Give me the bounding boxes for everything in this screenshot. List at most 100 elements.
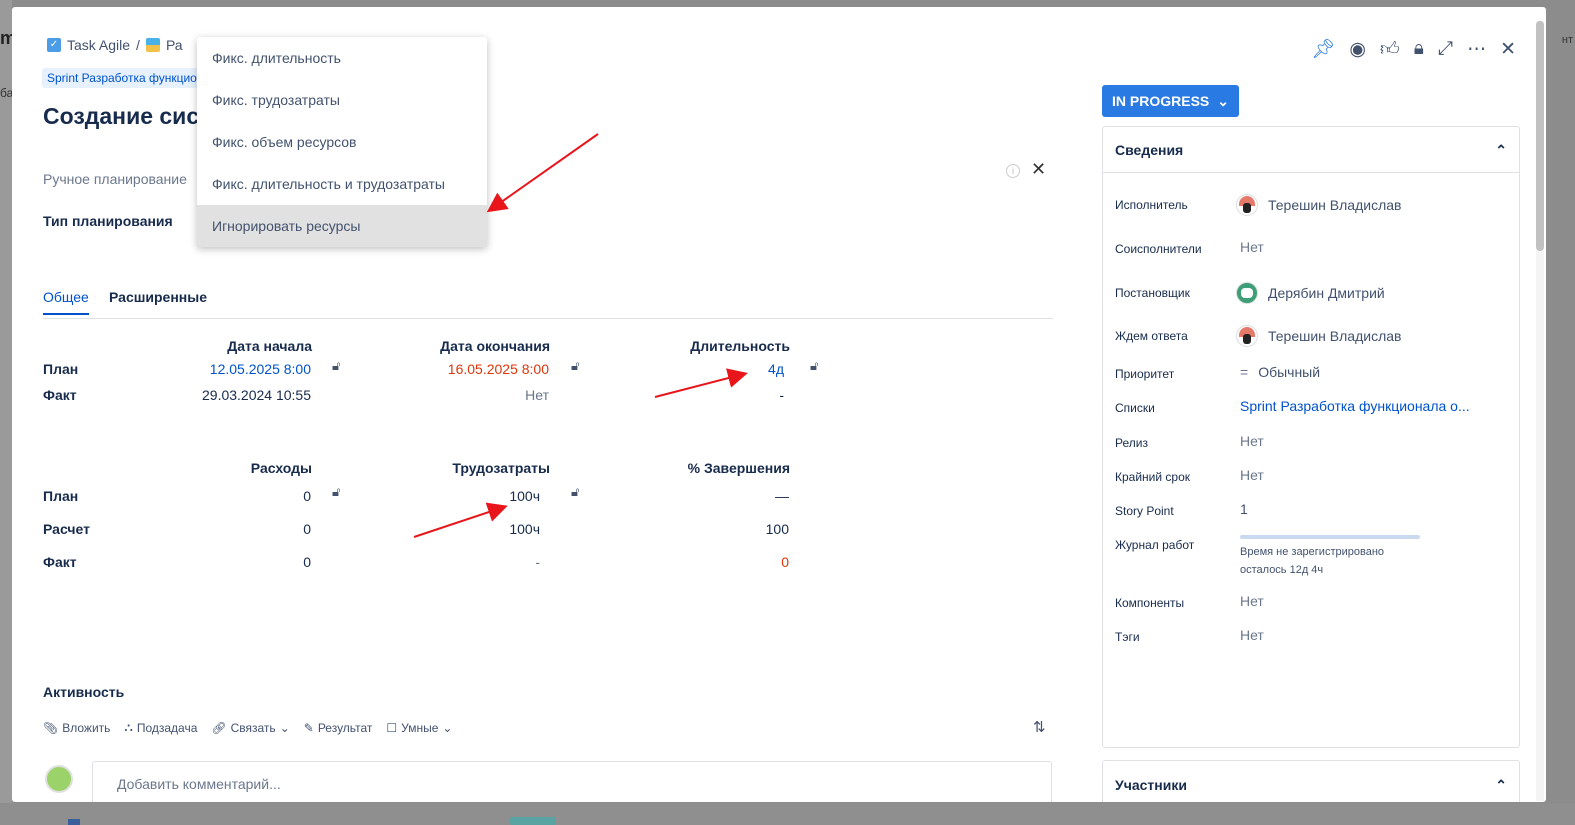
chevron-down-icon: ⌄: [279, 720, 290, 735]
field-label: Соисполнители: [1115, 242, 1202, 256]
lists-value[interactable]: Sprint Разработка функционала о...: [1240, 398, 1470, 414]
expand-icon[interactable]: ⤢: [1438, 38, 1453, 60]
chevron-down-icon: ⌄: [1217, 92, 1229, 109]
epic-image-icon: [145, 38, 160, 52]
unlock-icon[interactable]: 🔓︎: [810, 358, 818, 374]
attach-button[interactable]: 📎︎ Вложить: [43, 721, 110, 735]
header-actions: 📌︎ ◉ 👍︎ 🔒︎ ⤢ ⋯ ✕: [1311, 37, 1516, 61]
field-label: Исполнитель: [1115, 198, 1188, 212]
calc-labor: 100ч: [509, 521, 540, 537]
plan-completion: —: [775, 488, 789, 504]
lock-icon[interactable]: 🔒︎: [1414, 38, 1424, 60]
unlock-icon[interactable]: 🔓︎: [571, 358, 579, 374]
avatar: [1236, 194, 1258, 216]
subtask-button[interactable]: ⛬ Подзадача: [124, 720, 197, 735]
field-label: Тэги: [1115, 630, 1140, 644]
plan-labor[interactable]: 100ч: [400, 488, 540, 504]
avatar: [45, 765, 73, 793]
breadcrumb-project[interactable]: Task Agile: [67, 37, 130, 53]
page-title[interactable]: Создание сист: [43, 103, 203, 130]
participants-title: Участники: [1115, 777, 1187, 793]
paperclip-icon: 📎︎: [43, 720, 59, 735]
dropdown-option[interactable]: Фикс. объем ресурсов: [197, 121, 487, 163]
participants-header[interactable]: Участники ⌃: [1102, 760, 1520, 802]
close-icon[interactable]: ✕: [1500, 38, 1516, 61]
activity-title: Активность: [43, 684, 125, 700]
result-label: Результат: [317, 720, 373, 735]
details-panel: Сведения ⌃ Исполнитель Терешин Владислав…: [1102, 126, 1520, 748]
info-icon[interactable]: i: [1006, 164, 1020, 178]
worklog-remaining: осталось 12д 4ч: [1240, 564, 1324, 576]
coassignees-value[interactable]: Нет: [1240, 239, 1264, 255]
dropdown-option-highlighted[interactable]: Игнорировать ресурсы: [197, 205, 487, 247]
fact-labor: -: [535, 554, 540, 570]
priority-equal-icon: =: [1240, 364, 1249, 380]
result-button[interactable]: ✎ Результат: [304, 721, 373, 735]
comment-input[interactable]: Добавить комментарий...: [92, 761, 1052, 802]
plan-start-date[interactable]: 12.05.2025 8:00: [162, 361, 311, 377]
priority-value[interactable]: = Обычный: [1240, 364, 1320, 380]
worklog-progress-bar: [1240, 535, 1420, 539]
attach-label: Вложить: [62, 720, 111, 735]
watch-eye-icon[interactable]: ◉: [1349, 38, 1366, 61]
chevron-down-icon: ⌄: [442, 720, 453, 735]
plan-expenses[interactable]: 0: [162, 488, 311, 504]
components-value[interactable]: Нет: [1240, 593, 1264, 609]
waiting-value[interactable]: Терешин Владислав: [1236, 325, 1401, 347]
chevron-up-icon: ⌃: [1495, 777, 1507, 793]
link-label: Связать: [230, 720, 276, 735]
breadcrumb-parent[interactable]: Ра: [166, 37, 183, 53]
fact-end-date: Нет: [525, 387, 549, 403]
column-header: Расходы: [250, 460, 312, 476]
field-label: Крайний срок: [1115, 470, 1191, 484]
fact-expenses: 0: [303, 554, 311, 570]
tab-general[interactable]: Общее: [43, 289, 89, 315]
dropdown-option[interactable]: Фикс. длительность и трудозатраты: [197, 163, 487, 205]
row-label: Расчет: [43, 521, 90, 537]
plan-duration[interactable]: 4д: [684, 361, 784, 377]
more-icon[interactable]: ⋯: [1467, 38, 1486, 61]
planning-type-dropdown: Фикс. длительность Фикс. трудозатраты Фи…: [197, 37, 487, 247]
tab-advanced[interactable]: Расширенные: [109, 289, 207, 313]
unlock-icon[interactable]: 🔓︎: [332, 358, 340, 374]
smart-icon: ☐: [386, 720, 398, 735]
smart-button[interactable]: ☐ Умные ⌄: [386, 721, 452, 735]
release-value[interactable]: Нет: [1240, 433, 1264, 449]
plan-end-date[interactable]: 16.05.2025 8:00: [400, 361, 549, 377]
sort-icon[interactable]: ⇅: [1033, 718, 1046, 736]
story-point-value[interactable]: 1: [1240, 501, 1248, 517]
field-label: Компоненты: [1115, 596, 1185, 610]
details-header[interactable]: Сведения ⌃: [1103, 127, 1519, 173]
reporter-name: Дерябин Дмитрий: [1268, 285, 1385, 301]
calc-completion: 100: [765, 521, 789, 537]
link-button[interactable]: 🔗︎ Связать ⌄: [211, 721, 289, 735]
tab-bar: Общее Расширенные: [43, 289, 1053, 319]
assignee-value[interactable]: Терешин Владислав: [1236, 194, 1401, 216]
worklog-text[interactable]: Время не зарегистрировано осталось 12д 4…: [1240, 543, 1384, 579]
unlock-icon[interactable]: 🔓︎: [571, 484, 579, 500]
dropdown-option[interactable]: Фикс. трудозатраты: [197, 79, 487, 121]
chevron-up-icon: ⌃: [1495, 142, 1507, 158]
details-title: Сведения: [1115, 142, 1184, 158]
reporter-value[interactable]: Дерябин Дмитрий: [1236, 282, 1385, 304]
sprint-tag[interactable]: Sprint Разработка функцион: [42, 68, 202, 88]
breadcrumb-separator: /: [136, 37, 140, 53]
scroll-thumb[interactable]: [1536, 21, 1544, 251]
thumbs-up-icon[interactable]: 👍︎: [1380, 38, 1400, 61]
unlock-icon[interactable]: 🔓︎: [332, 484, 340, 500]
scrollbar[interactable]: [1536, 21, 1544, 801]
task-checkbox-icon: ✓: [47, 38, 61, 52]
row-label: Факт: [43, 554, 77, 570]
background-strip: [0, 0, 12, 825]
column-header: Длительность: [690, 338, 790, 354]
dropdown-option[interactable]: Фикс. длительность: [197, 37, 487, 79]
field-label: Релиз: [1115, 436, 1148, 450]
status-button[interactable]: IN PROGRESS ⌄: [1102, 85, 1239, 117]
tags-value[interactable]: Нет: [1240, 627, 1264, 643]
pin-icon[interactable]: 📌︎: [1311, 37, 1335, 61]
close-icon[interactable]: ✕: [1031, 159, 1046, 180]
avatar: [1236, 282, 1258, 304]
manual-planning-label: Ручное планирование: [43, 171, 187, 187]
deadline-value[interactable]: Нет: [1240, 467, 1264, 483]
background-row: [0, 803, 1575, 825]
